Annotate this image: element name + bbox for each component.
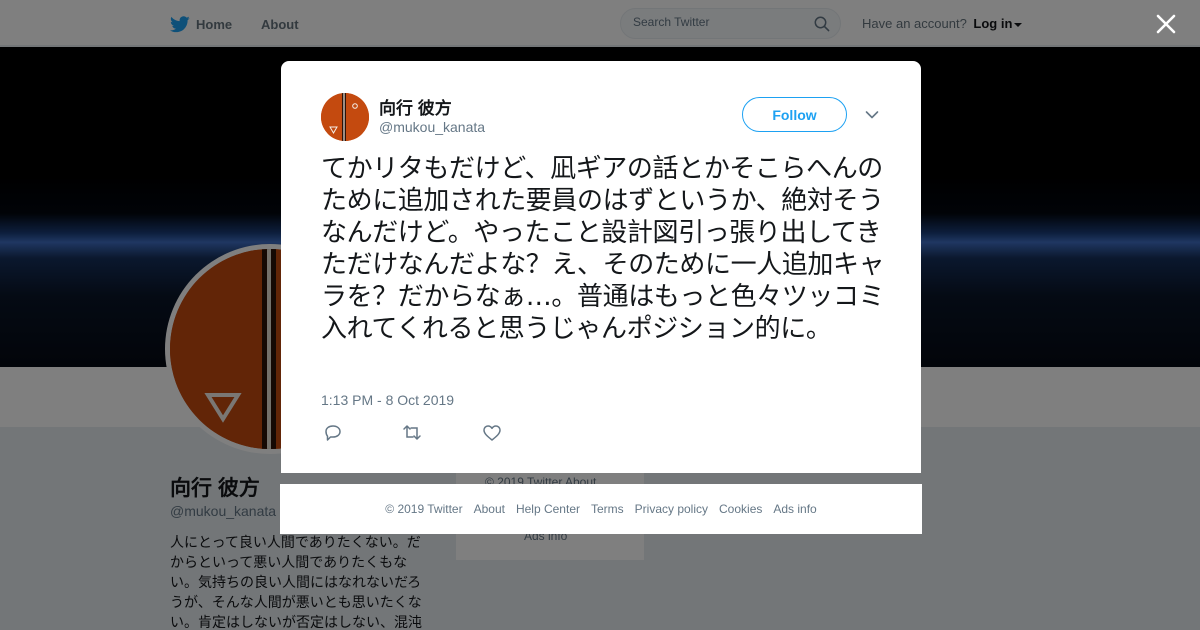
tweet-author-avatar[interactable] — [321, 93, 369, 141]
tweet-modal: 向行 彼方 @mukou_kanata Follow てかリタもだけど、凪ギアの… — [281, 61, 921, 473]
close-icon[interactable] — [1153, 11, 1179, 37]
tweet-timestamp[interactable]: 1:13 PM - 8 Oct 2019 — [321, 392, 454, 408]
footer-about-link[interactable]: About — [474, 502, 505, 516]
footer-copyright: © 2019 Twitter — [385, 502, 463, 516]
tweet-text: てかリタもだけど、凪ギアの話とかそこらへんのために追加された要員のはずというか、… — [321, 154, 885, 344]
follow-button[interactable]: Follow — [742, 97, 847, 132]
footer-cookies-link[interactable]: Cookies — [719, 502, 762, 516]
avatar-art — [321, 93, 369, 141]
modal-footer: © 2019 Twitter About Help Center Terms P… — [280, 484, 922, 534]
reply-icon[interactable] — [322, 423, 344, 443]
footer-privacy-link[interactable]: Privacy policy — [635, 502, 708, 516]
retweet-icon[interactable] — [401, 423, 423, 443]
footer-ads-info-link[interactable]: Ads info — [773, 502, 816, 516]
chevron-down-icon[interactable] — [865, 110, 879, 120]
footer-help-center-link[interactable]: Help Center — [516, 502, 580, 516]
tweet-author-name[interactable]: 向行 彼方 — [379, 94, 452, 119]
footer-terms-link[interactable]: Terms — [591, 502, 624, 516]
tweet-author-handle[interactable]: @mukou_kanata — [379, 119, 485, 135]
heart-icon[interactable] — [481, 423, 503, 443]
